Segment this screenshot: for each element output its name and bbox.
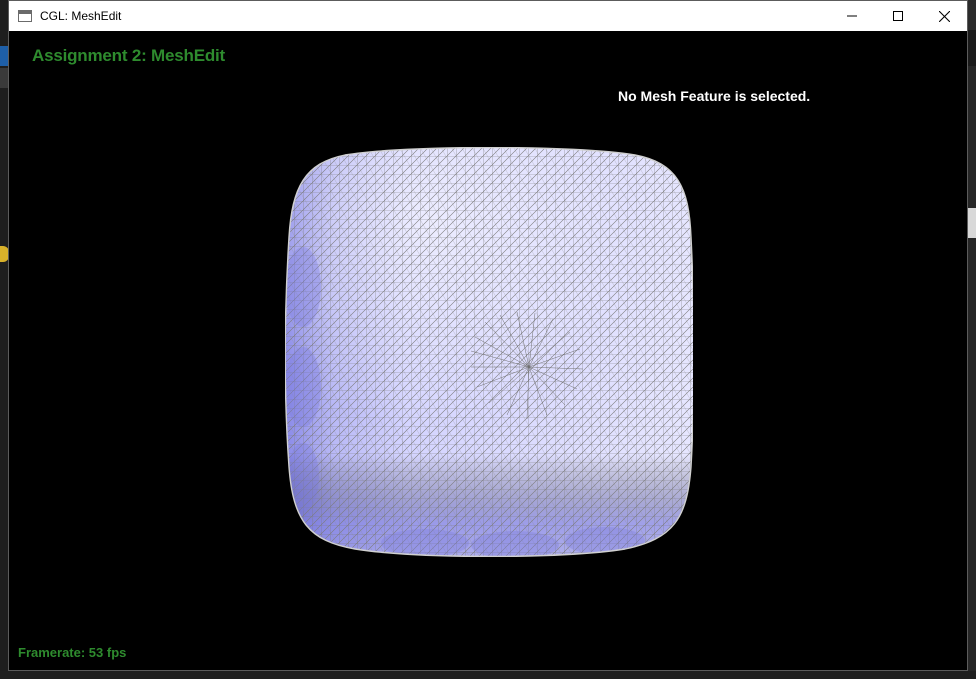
- background-taskbar-edge: [0, 671, 976, 679]
- assignment-title: Assignment 2: MeshEdit: [32, 46, 226, 65]
- render-viewport[interactable]: Assignment 2: MeshEdit No Mesh Feature i…: [9, 31, 967, 670]
- app-window-icon[interactable]: [18, 10, 32, 22]
- framerate-readout: Framerate: 53 fps: [18, 645, 127, 660]
- background-app-fragment: [968, 30, 976, 66]
- minimize-icon: [847, 15, 857, 17]
- maximize-icon: [893, 11, 903, 21]
- mesh-model[interactable]: [285, 147, 693, 557]
- window-title: CGL: MeshEdit: [40, 9, 122, 23]
- maximize-button[interactable]: [875, 1, 921, 31]
- background-desktop-right: [968, 30, 976, 679]
- window-controls: [829, 1, 967, 31]
- app-window: CGL: MeshEdit Assignment 2: MeshEdit No …: [8, 0, 968, 671]
- background-scrollbar-thumb: [968, 208, 976, 238]
- minimize-button[interactable]: [829, 1, 875, 31]
- selection-status: No Mesh Feature is selected.: [618, 88, 811, 104]
- close-button[interactable]: [921, 1, 967, 31]
- title-bar[interactable]: CGL: MeshEdit: [9, 1, 967, 31]
- close-icon: [938, 10, 950, 22]
